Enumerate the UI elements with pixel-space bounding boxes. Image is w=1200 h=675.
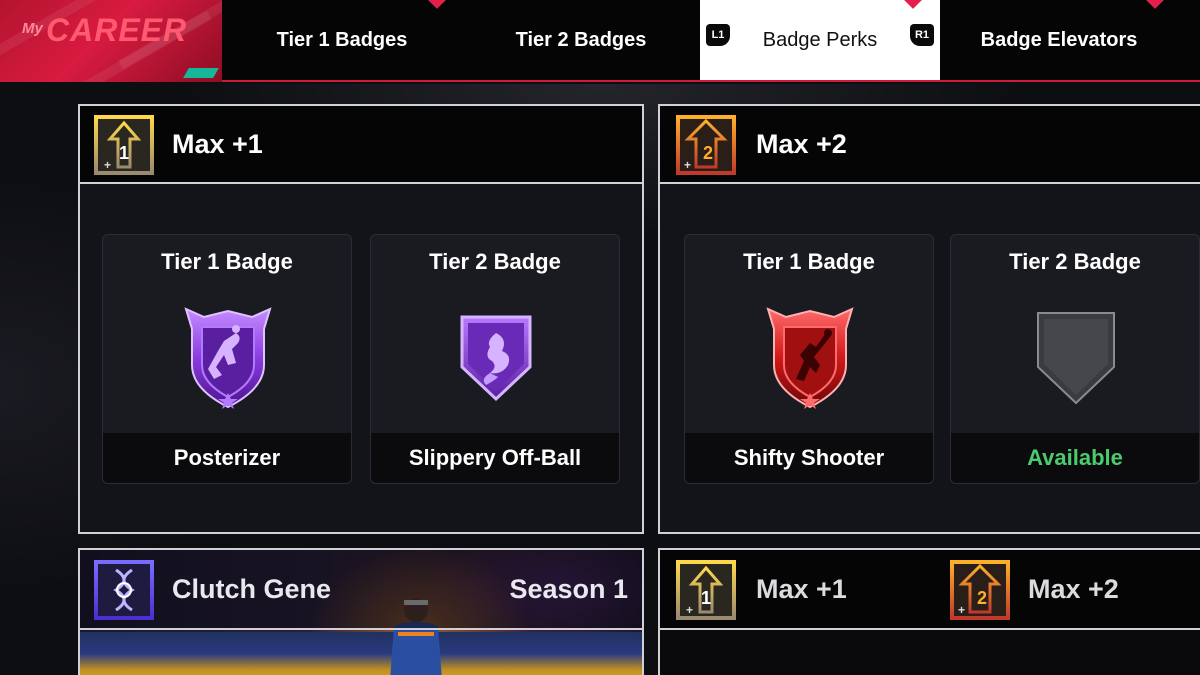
r1-button-icon[interactable]: R1 xyxy=(910,24,934,46)
mycareer-logo: My CAREER xyxy=(0,0,222,82)
panel-header: 1 + Max +1 xyxy=(80,106,642,184)
perk-title: Max +1 xyxy=(172,129,263,159)
tab-label: Badge Perks xyxy=(762,28,878,51)
r1-label: R1 xyxy=(914,29,930,41)
svg-text:+: + xyxy=(104,158,111,172)
max-plus-1-icon: 1 + xyxy=(94,115,154,175)
slot-heading: Tier 2 Badge xyxy=(1009,249,1141,274)
tab-badge-perks[interactable]: Badge Perks xyxy=(700,0,940,80)
shifty-shooter-badge-icon xyxy=(766,307,854,409)
tab-tier-1-badges[interactable]: Tier 1 Badges xyxy=(222,0,462,80)
clutch-gene-icon xyxy=(94,560,154,620)
elevator-title: Max +2 xyxy=(1028,574,1119,604)
tab-label: Tier 2 Badges xyxy=(515,28,647,51)
badge-slot-tier-1[interactable]: Tier 1 Badge Shifty Shooter xyxy=(684,234,934,484)
badge-name: Posterizer xyxy=(103,433,351,483)
panel-header: 1 + Max +1 2 + Max +2 xyxy=(660,550,1200,630)
slippery-off-ball-badge-icon xyxy=(460,315,532,402)
season-tag: Season 1 xyxy=(509,574,628,604)
tab-label: Badge Elevators xyxy=(980,28,1138,51)
logo-text: CAREER xyxy=(46,12,188,48)
max-plus-1-icon: 1 + xyxy=(676,560,736,620)
panel-header: Clutch Gene Season 1 xyxy=(80,550,642,630)
panel-header: 2 + Max +2 xyxy=(660,106,1200,184)
perk-title: Max +2 xyxy=(756,129,847,159)
perk-title: Clutch Gene xyxy=(172,574,332,604)
svg-text:2: 2 xyxy=(977,588,987,608)
promo-art xyxy=(80,632,642,675)
logo-prefix: My xyxy=(22,20,43,37)
perk-panel-max-plus-1[interactable]: 1 + Max +1 Tier 1 Badge Posterizer Tier … xyxy=(78,104,644,534)
badge-name: Slippery Off-Ball xyxy=(371,433,619,483)
empty-badge-slot-icon xyxy=(1037,312,1115,405)
svg-text:2: 2 xyxy=(703,143,713,163)
svg-text:+: + xyxy=(686,603,693,617)
tab-tier-2-badges[interactable]: Tier 2 Badges xyxy=(462,0,700,80)
slot-heading: Tier 1 Badge xyxy=(743,249,875,274)
l1-button-icon[interactable]: L1 xyxy=(706,24,730,46)
badge-slot-tier-2[interactable]: Tier 2 Badge Slippery Off-Ball xyxy=(370,234,620,484)
badge-slot-tier-2[interactable]: Tier 2 Badge Available xyxy=(950,234,1200,484)
badge-slot-tier-1[interactable]: Tier 1 Badge Posterizer xyxy=(102,234,352,484)
perk-panel-max-plus-2[interactable]: 2 + Max +2 Tier 1 Badge Shifty Shooter T… xyxy=(658,104,1200,534)
slot-heading: Tier 1 Badge xyxy=(161,249,293,274)
l1-label: L1 xyxy=(711,29,725,41)
slot-heading: Tier 2 Badge xyxy=(429,249,561,274)
elevators-panel[interactable]: 1 + Max +1 2 + Max +2 xyxy=(658,548,1200,675)
elevator-title: Max +1 xyxy=(756,574,847,604)
svg-text:+: + xyxy=(684,158,691,172)
clutch-gene-panel[interactable]: Clutch Gene Season 1 xyxy=(78,548,644,675)
badge-name: Available xyxy=(951,433,1199,483)
tab-label: Tier 1 Badges xyxy=(276,28,408,51)
top-nav-bar: My CAREER Tier 1 Badges Tier 2 Badges Ba… xyxy=(0,0,1200,82)
svg-text:+: + xyxy=(958,603,965,617)
max-plus-2-icon: 2 + xyxy=(676,115,736,175)
posterizer-badge-icon xyxy=(184,307,272,409)
svg-text:1: 1 xyxy=(119,143,129,163)
max-plus-2-icon: 2 + xyxy=(950,560,1010,620)
badge-name: Shifty Shooter xyxy=(685,433,933,483)
logo-accent xyxy=(183,68,219,78)
tab-badge-elevators[interactable]: Badge Elevators xyxy=(940,0,1178,80)
svg-text:1: 1 xyxy=(701,588,711,608)
